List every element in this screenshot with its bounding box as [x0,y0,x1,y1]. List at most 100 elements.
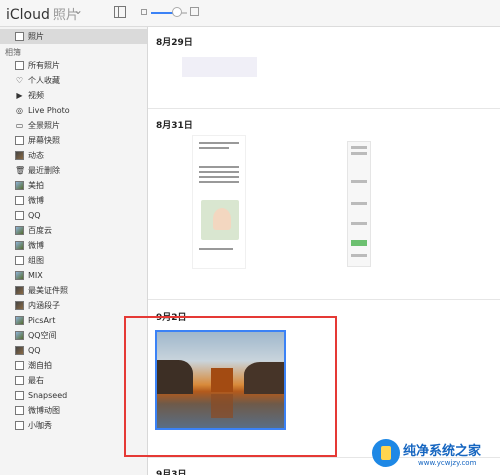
album-icon [15,61,24,70]
burst-icon [15,151,24,160]
sidebar-item-label: Snapseed [28,391,68,400]
sidebar-item-album[interactable]: 微博 [0,193,147,208]
sidebar-item-label: 内涵段子 [28,301,60,310]
album-thumb-icon [15,211,24,220]
album-thumb-icon [15,301,24,310]
sidebar-item-panorama[interactable]: ▭ 全景照片 [0,118,147,133]
comic-character [213,208,231,230]
album-thumb-icon [15,376,24,385]
screenshot-line [351,146,367,149]
album-thumb-icon [15,196,24,205]
sidebar-item-album[interactable]: 最美证件照 [0,283,147,298]
chevron-down-icon[interactable]: ⌄ [73,3,83,17]
sidebar-item-label: 美拍 [28,181,44,190]
sidebar-item-label: 照片 [28,32,44,41]
photo-thumbnail[interactable] [347,141,371,267]
sidebar-toggle-icon[interactable] [114,6,126,18]
album-thumb-icon [15,316,24,325]
sidebar-item-label: 动态 [28,151,44,160]
comic-text-line [199,181,239,183]
sidebar-item-album[interactable]: 内涵段子 [0,298,147,313]
section-date: 8月31日 [156,121,193,131]
sidebar-item-label: QQ [28,346,41,355]
sidebar-item-all-photos[interactable]: 所有照片 [0,58,147,73]
sidebar-item-label: 微博 [28,196,44,205]
sidebar-item-label: 屏幕快照 [28,136,60,145]
albums-header: 相簿 [5,48,21,57]
app-title: iCloud 照片 [6,4,79,23]
sidebar-item-screenshots[interactable]: 屏幕快照 [0,133,147,148]
sidebar-item-label: QQ [28,211,41,220]
photos-icon [15,32,24,41]
album-thumb-icon [15,421,24,430]
sidebar-item-label: Live Photo [28,106,70,115]
section-divider [148,299,500,300]
sidebar-item-label: PicsArt [28,316,56,325]
heart-icon: ♡ [15,76,24,85]
sidebar-item-burst[interactable]: 动态 [0,148,147,163]
album-thumb-icon [15,241,24,250]
photo-thumbnail[interactable] [182,57,257,77]
screenshot-line [351,152,367,155]
comic-text-line [199,171,239,173]
section-date: 8月29日 [156,38,193,48]
watermark-logo-icon [372,439,400,467]
screenshot-line [351,222,367,225]
highlight-box [124,316,337,457]
screenshot-line [351,202,367,205]
sidebar-item-label: 视频 [28,91,44,100]
sidebar-item-live-photo[interactable]: ◎ Live Photo [0,103,147,118]
album-thumb-icon [15,361,24,370]
sidebar-item-label: MIX [28,271,43,280]
sidebar-item-label: 百度云 [28,226,52,235]
watermark-title: 纯净系统之家 [403,444,482,459]
sidebar-item-recently-deleted[interactable]: 🗑 最近删除 [0,163,147,178]
screenshot-button [351,240,367,246]
sidebar-item-album[interactable]: 微博 [0,238,147,253]
sidebar-item-label: 最近删除 [28,166,60,175]
panorama-icon: ▭ [15,121,24,130]
watermark: 纯净系统之家 www.ycwjzy.com [372,437,500,475]
sidebar-item-label: 组图 [28,256,44,265]
album-thumb-icon [15,346,24,355]
sidebar-item-label: 最美证件照 [28,286,68,295]
sidebar-item-photos[interactable]: 照片 [0,29,147,44]
sidebar-item-album[interactable]: 百度云 [0,223,147,238]
comic-text-line [199,176,239,178]
watermark-url: www.ycwjzy.com [418,459,477,467]
album-thumb-icon [15,331,24,340]
album-thumb-icon [15,391,24,400]
sidebar-item-label: 微博动图 [28,406,60,415]
sidebar-item-album[interactable]: 美拍 [0,178,147,193]
sidebar-item-label: 潮自拍 [28,361,52,370]
sidebar-item-label: 微博 [28,241,44,250]
sidebar-item-videos[interactable]: ▶ 视频 [0,88,147,103]
sidebar-item-label: 最右 [28,376,44,385]
screenshot-line [351,180,367,183]
video-icon: ▶ [16,91,23,100]
sidebar-item-album[interactable]: 组图 [0,253,147,268]
zoom-in-icon[interactable] [190,7,199,16]
screenshot-icon [15,136,24,145]
album-thumb-icon [15,271,24,280]
sidebar-item-label: 全景照片 [28,121,60,130]
album-thumb-icon [15,226,24,235]
comic-text-line [199,142,239,144]
zoom-slider-knob[interactable] [172,7,182,17]
trash-icon: 🗑 [15,166,26,175]
comic-text-line [199,147,229,149]
sidebar-item-album[interactable]: QQ [0,208,147,223]
album-thumb-icon [15,256,24,265]
sidebar-item-album[interactable]: MIX [0,268,147,283]
comic-text-line [199,248,233,250]
top-toolbar: iCloud 照片 ⌄ [0,0,500,27]
photo-thumbnail[interactable] [192,135,246,269]
app-name: iCloud [6,7,50,23]
sidebar-item-label: 所有照片 [28,61,60,70]
sidebar-item-label: 个人收藏 [28,76,60,85]
comic-text-line [199,166,239,168]
screenshot-line [351,254,367,257]
sidebar-item-favorites[interactable]: ♡ 个人收藏 [0,73,147,88]
album-thumb-icon [15,406,24,415]
zoom-out-icon[interactable] [141,9,147,15]
